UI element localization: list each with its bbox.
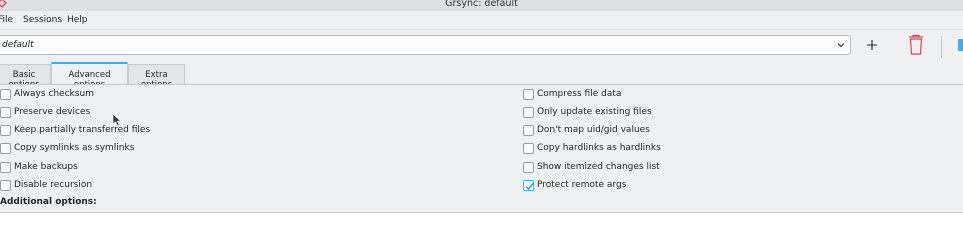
tab-basic-options[interactable]: Basic options [0,64,51,90]
checkbox-label: Disable recursion [14,180,93,190]
checkmark-icon [525,183,534,191]
tab-bar: Basic options Advanced options Extra opt… [0,62,963,90]
checkbox-box[interactable] [523,162,534,173]
toolbar-separator [941,36,942,58]
checkbox-box[interactable] [523,143,534,154]
menu-bar: File Sessions Help [0,11,963,30]
checkbox-box[interactable] [0,107,11,118]
plus-icon[interactable] [860,35,884,55]
checkbox-box[interactable] [523,89,534,100]
checkbox-box[interactable] [0,89,11,100]
tab-extra-options[interactable]: Extra options [128,64,185,90]
window-title: Grsync: default [445,0,518,9]
menu-sessions[interactable]: Sessions [23,15,62,25]
divider [0,212,963,213]
checkbox-label: Make backups [14,162,78,172]
checkbox-box[interactable] [523,107,534,118]
checkbox-label: Always checksum [14,89,94,99]
session-combobox[interactable]: default [0,35,851,55]
checkbox-label: Show itemized changes list [537,162,660,172]
checkbox-label: Copy hardlinks as hardlinks [537,143,661,153]
checkbox-label: Keep partially transferred files [14,125,151,135]
checkbox-label: Preserve devices [14,107,91,117]
checkbox-box[interactable] [0,143,11,154]
checkbox-box-checked[interactable] [523,180,534,191]
checkbox-label: Compress file data [537,89,622,99]
checkbox-box[interactable] [0,180,11,191]
checkbox-label: Protect remote args [537,180,627,190]
chevron-down-icon [837,43,845,48]
checkbox-box[interactable] [0,125,11,136]
checkbox-box[interactable] [0,162,11,173]
checkbox-label: Don't map uid/gid values [537,125,650,135]
menu-help[interactable]: Help [67,15,88,25]
title-bar: Grsync: default [0,0,963,11]
checkbox-label: Only update existing files [537,107,652,117]
extra-icon[interactable] [955,37,963,53]
advanced-options-panel [0,84,963,212]
menu-file[interactable]: File [0,15,13,25]
mouse-cursor-icon [112,113,122,127]
additional-options-label: Additional options: [0,197,97,207]
checkbox-box[interactable] [523,125,534,136]
session-combobox-value: default [2,40,34,50]
trash-icon[interactable] [903,33,929,57]
tab-advanced-options[interactable]: Advanced options [51,62,128,90]
checkbox-label: Copy symlinks as symlinks [14,143,135,153]
